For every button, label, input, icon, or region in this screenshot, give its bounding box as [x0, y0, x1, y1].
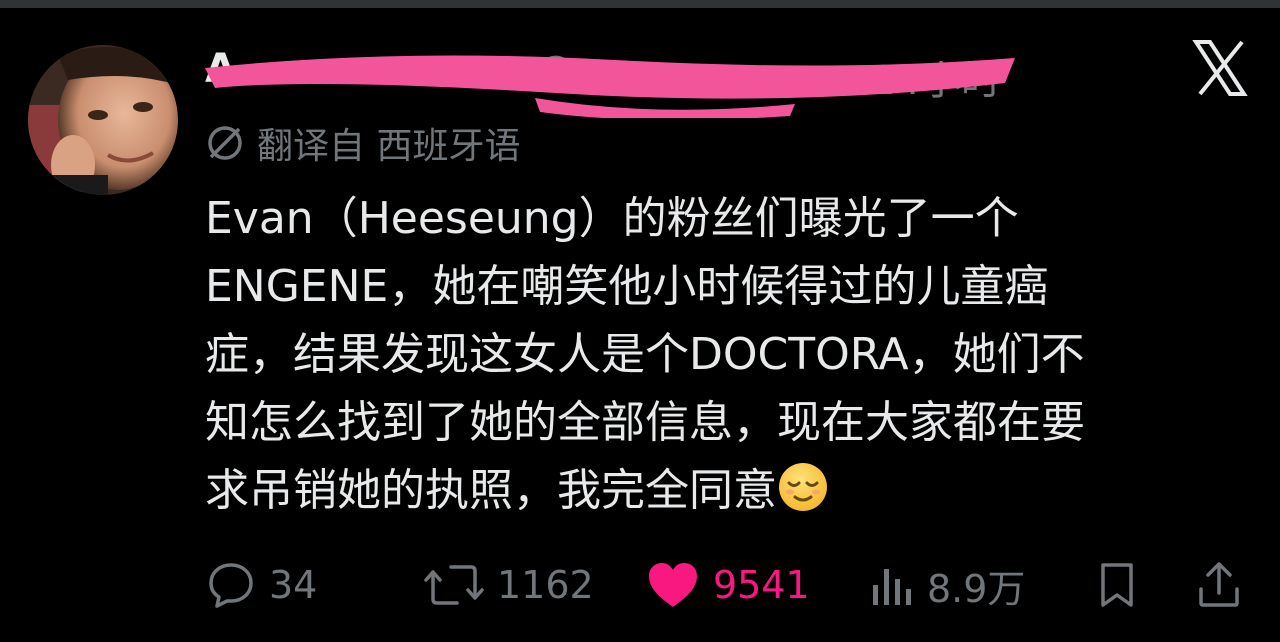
post-text-line: 求吊销她的执照，我完全同意 — [205, 465, 777, 516]
author-name[interactable]: A — [205, 46, 236, 92]
share-icon — [1199, 562, 1239, 607]
views-button[interactable]: 8.9万 — [867, 555, 1025, 615]
reply-bubble-icon — [209, 563, 253, 608]
avatar[interactable] — [28, 45, 178, 195]
bookmark-button[interactable] — [1093, 555, 1141, 615]
post-text-line: 症，结果发现这女人是个DOCTORA，她们不 — [205, 329, 1085, 380]
like-count: 9541 — [713, 563, 810, 607]
action-bar: 34 1162 9541 8.9万 — [205, 555, 1255, 615]
reply-count: 34 — [269, 563, 318, 607]
relieved-face-emoji-icon — [779, 463, 827, 511]
x-logo-icon[interactable] — [1192, 38, 1248, 98]
repost-count: 1162 — [497, 563, 594, 607]
like-button[interactable]: 9541 — [645, 555, 810, 615]
post-text-line: ENGENE，她在嘲笑他小时候得过的儿童癌 — [205, 261, 1049, 312]
reply-button[interactable]: 34 — [205, 555, 317, 615]
post-text-line: Evan（Heeseung）的粉丝们曝光了一个 — [205, 193, 1019, 244]
post-text: Evan（Heeseung）的粉丝们曝光了一个 ENGENE，她在嘲笑他小时候得… — [205, 185, 1245, 525]
post-text-line-last: 求吊销她的执照，我完全同意 — [205, 457, 1245, 525]
translation-note[interactable]: 翻译自 西班牙语 — [205, 118, 520, 168]
globe-icon — [208, 126, 242, 160]
avatar-image — [28, 45, 178, 195]
views-bar-icon — [873, 569, 911, 605]
view-count: 8.9万 — [927, 566, 1026, 611]
author-handle[interactable]: @ — [535, 48, 575, 94]
timestamp[interactable]: 14小时 — [870, 48, 1001, 106]
post-header: A @ 14小时 — [205, 38, 1085, 118]
heart-icon — [649, 563, 697, 607]
translation-label: 翻译自 西班牙语 — [257, 126, 521, 167]
bookmark-icon — [1101, 563, 1133, 607]
top-divider — [0, 0, 1280, 8]
repost-button[interactable]: 1162 — [423, 555, 594, 615]
share-button[interactable] — [1195, 555, 1243, 615]
post-text-line: 知怎么找到了她的全部信息，现在大家都在要 — [205, 397, 1085, 448]
repost-icon — [424, 565, 484, 605]
